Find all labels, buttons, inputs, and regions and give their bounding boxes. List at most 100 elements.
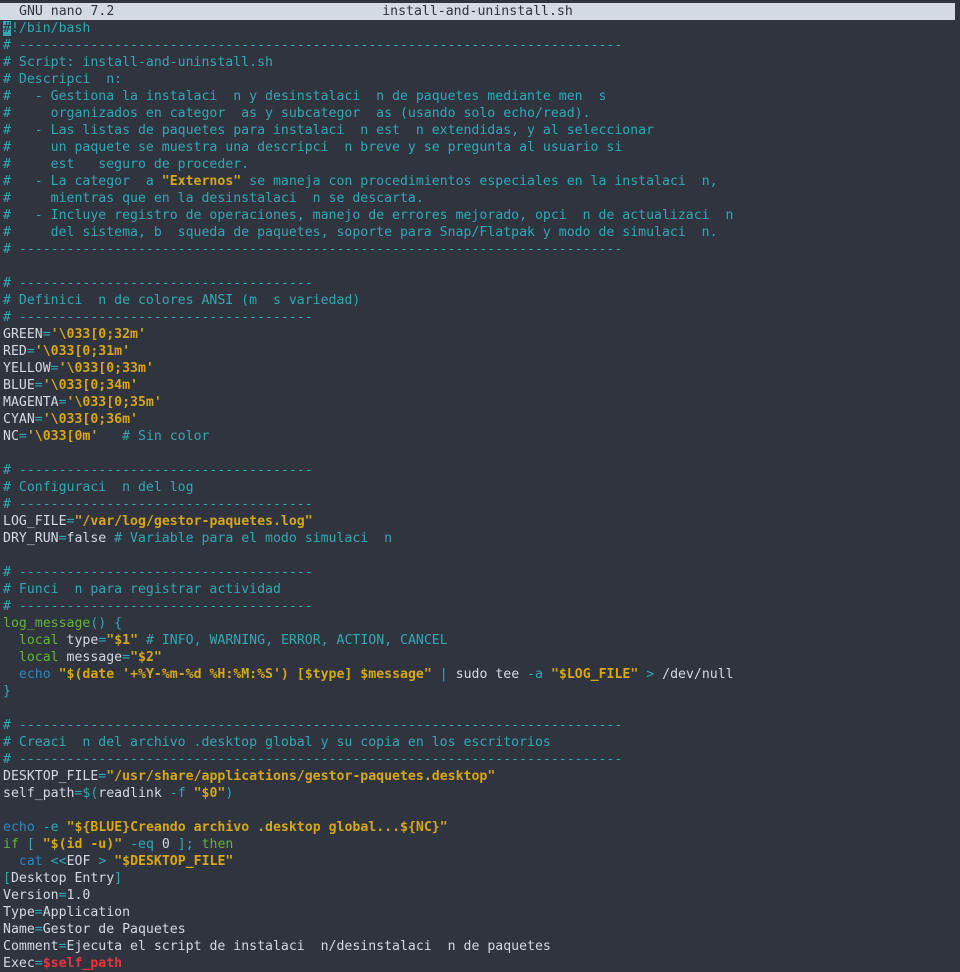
code-token: 1.0 bbox=[66, 888, 91, 903]
code-token: # Variable para el modo simulaci n bbox=[114, 531, 393, 546]
code-line[interactable]: DESKTOP_FILE="/usr/share/applications/ge… bbox=[3, 768, 958, 785]
code-token: = bbox=[50, 361, 59, 376]
code-token: then bbox=[201, 837, 234, 852]
code-token: -f bbox=[169, 786, 186, 801]
code-token: Comment bbox=[3, 939, 59, 954]
code-line[interactable]: # ------------------------------------- bbox=[3, 309, 958, 326]
code-token: # ------------------------------------- bbox=[3, 310, 313, 325]
code-line[interactable]: # mientras que en la desinstalaci n se d… bbox=[3, 190, 958, 207]
code-line[interactable]: cat <<EOF > "$DESKTOP_FILE" bbox=[3, 853, 958, 870]
code-line[interactable]: self_path=$(readlink -f "$0") bbox=[3, 785, 958, 802]
code-token: = bbox=[34, 922, 43, 937]
code-line[interactable]: # organizados en categor as y subcategor… bbox=[3, 105, 958, 122]
code-line[interactable]: Name=Gestor de Paquetes bbox=[3, 921, 958, 938]
code-line[interactable]: log_message() { bbox=[3, 615, 958, 632]
code-line[interactable]: echo -e "${BLUE}Creando archivo .desktop… bbox=[3, 819, 958, 836]
code-line[interactable]: # Creaci n del archivo .desktop global y… bbox=[3, 734, 958, 751]
code-line[interactable]: RED='\033[0;31m' bbox=[3, 343, 958, 360]
code-token: ) bbox=[225, 786, 234, 801]
code-token: NC bbox=[3, 429, 19, 444]
code-line[interactable]: [Desktop Entry] bbox=[3, 870, 958, 887]
code-token: readlink bbox=[98, 786, 170, 801]
code-line[interactable]: Comment=Ejecuta el script de instalaci n… bbox=[3, 938, 958, 955]
code-line[interactable]: # est seguro de proceder. bbox=[3, 156, 958, 173]
code-token: = bbox=[58, 531, 67, 546]
code-line[interactable]: # - La categor a "Externos" se maneja co… bbox=[3, 173, 958, 190]
code-line[interactable]: BLUE='\033[0;34m' bbox=[3, 377, 958, 394]
code-token: YELLOW bbox=[3, 361, 51, 376]
code-line[interactable]: MAGENTA='\033[0;35m' bbox=[3, 394, 958, 411]
code-line[interactable]: # ------------------------------------- bbox=[3, 598, 958, 615]
code-line[interactable]: LOG_FILE="/var/log/gestor-paquetes.log" bbox=[3, 513, 958, 530]
code-token: # --------------------------------------… bbox=[3, 38, 623, 53]
code-token: > bbox=[646, 667, 655, 682]
code-line[interactable]: # del sistema, b squeda de paquetes, sop… bbox=[3, 224, 958, 241]
code-token: "$1" bbox=[106, 633, 139, 648]
code-line[interactable]: local message="$2" bbox=[3, 649, 958, 666]
code-line[interactable]: # - Incluye registro de operaciones, man… bbox=[3, 207, 958, 224]
code-line[interactable]: GREEN='\033[0;32m' bbox=[3, 326, 958, 343]
code-token: = bbox=[18, 429, 27, 444]
code-token: "/var/log/gestor-paquetes.log" bbox=[74, 514, 313, 529]
code-token: # --------------------------------------… bbox=[3, 242, 623, 257]
code-token: !/bin/bash bbox=[10, 21, 91, 36]
editor-text-area[interactable]: #!/bin/bash # ---------------------------… bbox=[3, 20, 958, 972]
code-token: # ------------------------------------- bbox=[3, 497, 313, 512]
code-line[interactable]: NC='\033[0m' # Sin color bbox=[3, 428, 958, 445]
code-line[interactable]: # --------------------------------------… bbox=[3, 717, 958, 734]
code-line[interactable] bbox=[3, 258, 958, 275]
code-token: MAGENTA bbox=[3, 395, 59, 410]
code-token: false bbox=[66, 531, 115, 546]
code-token: # Script: install-and-uninstall.sh bbox=[3, 55, 273, 70]
code-line[interactable] bbox=[3, 547, 958, 564]
code-line[interactable]: # un paquete se muestra una descripci n … bbox=[3, 139, 958, 156]
code-token: type bbox=[66, 633, 99, 648]
code-line[interactable]: # - Gestiona la instalaci n y desinstala… bbox=[3, 88, 958, 105]
code-line[interactable]: # Funci n para registrar actividad bbox=[3, 581, 958, 598]
code-token: echo bbox=[18, 667, 51, 682]
code-token: # Funci n para registrar actividad bbox=[3, 582, 281, 597]
code-line[interactable] bbox=[3, 700, 958, 717]
code-token: /dev/null bbox=[654, 667, 734, 682]
code-line[interactable]: # --------------------------------------… bbox=[3, 241, 958, 258]
code-token: Desktop Entry bbox=[10, 871, 115, 886]
code-line[interactable]: # - Las listas de paquetes para instalac… bbox=[3, 122, 958, 139]
code-token: # ------------------------------------- bbox=[3, 463, 313, 478]
code-line[interactable]: # ------------------------------------- bbox=[3, 275, 958, 292]
code-line[interactable]: DRY_RUN=false # Variable para el modo si… bbox=[3, 530, 958, 547]
code-line[interactable]: # ------------------------------------- bbox=[3, 462, 958, 479]
code-token: GREEN bbox=[3, 327, 43, 342]
code-line[interactable]: # Configuraci n del log bbox=[3, 479, 958, 496]
code-line[interactable]: # --------------------------------------… bbox=[3, 37, 958, 54]
code-token: "$DESKTOP_FILE" bbox=[114, 854, 234, 869]
code-line[interactable]: # Script: install-and-uninstall.sh bbox=[3, 54, 958, 71]
code-line[interactable]: # ------------------------------------- bbox=[3, 496, 958, 513]
code-line[interactable]: # Definici n de colores ANSI (m s varied… bbox=[3, 292, 958, 309]
code-line[interactable]: #!/bin/bash bbox=[3, 20, 958, 37]
code-token: BLUE bbox=[3, 378, 35, 393]
code-line[interactable]: Version=1.0 bbox=[3, 887, 958, 904]
code-line[interactable]: Type=Application bbox=[3, 904, 958, 921]
code-token: << bbox=[50, 854, 67, 869]
code-line[interactable]: echo "$(date '+%Y-%m-%d %H:%M:%S') [$typ… bbox=[3, 666, 958, 683]
code-line[interactable]: # --------------------------------------… bbox=[3, 751, 958, 768]
code-line[interactable]: # Descripci n: bbox=[3, 71, 958, 88]
code-token: self_path bbox=[3, 786, 75, 801]
code-line[interactable]: # ------------------------------------- bbox=[3, 564, 958, 581]
code-line[interactable]: if [ "$(id -u)" -eq 0 ]; then bbox=[3, 836, 958, 853]
code-line[interactable]: } bbox=[3, 683, 958, 700]
code-line[interactable]: CYAN='\033[0;36m' bbox=[3, 411, 958, 428]
code-line[interactable]: local type="$1" # INFO, WARNING, ERROR, … bbox=[3, 632, 958, 649]
code-line[interactable] bbox=[3, 445, 958, 462]
code-line[interactable]: Exec=$self_path bbox=[3, 955, 958, 972]
code-token: = bbox=[58, 395, 67, 410]
code-token: '\033[0;35m' bbox=[66, 395, 162, 410]
code-line[interactable]: YELLOW='\033[0;33m' bbox=[3, 360, 958, 377]
code-line[interactable] bbox=[3, 802, 958, 819]
code-token: -eq bbox=[130, 837, 154, 852]
